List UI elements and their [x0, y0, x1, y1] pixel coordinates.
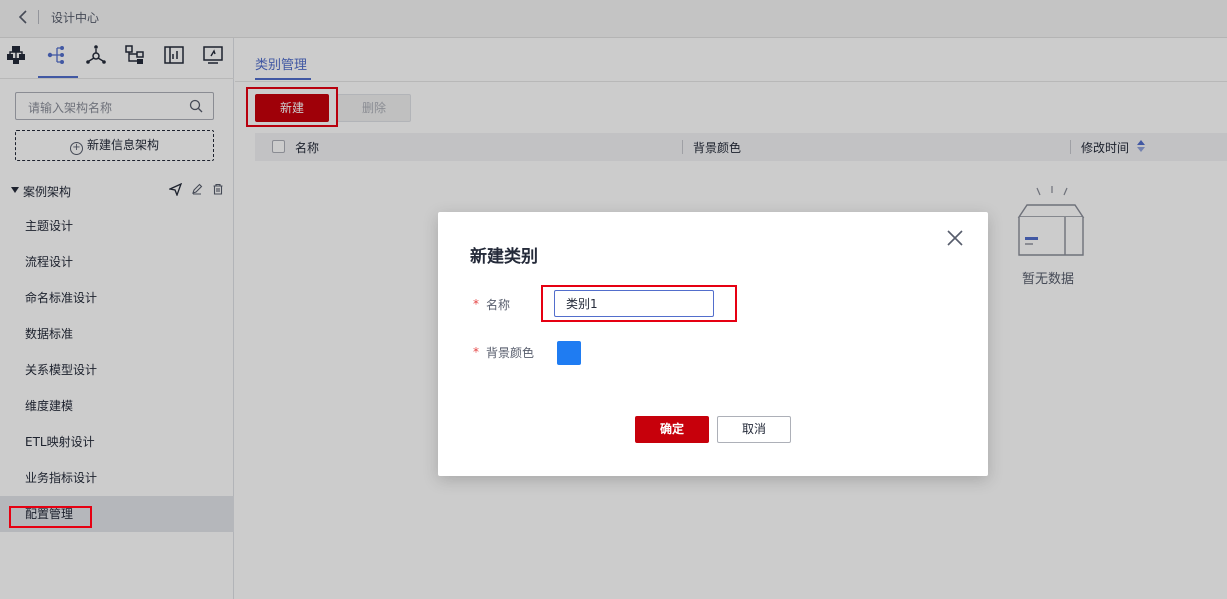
new-category-dialog: 新建类别 * 名称 * 背景颜色 确定 取消: [438, 212, 988, 476]
background-color-picker[interactable]: [557, 341, 581, 365]
required-mark: *: [473, 297, 479, 311]
background-color-label: 背景颜色: [486, 346, 535, 360]
close-icon[interactable]: [945, 228, 965, 248]
name-input[interactable]: [554, 290, 714, 317]
confirm-button[interactable]: 确定: [635, 416, 709, 443]
name-label: 名称: [486, 298, 511, 312]
required-mark: *: [473, 345, 479, 359]
dialog-title: 新建类别: [470, 247, 538, 267]
cancel-button[interactable]: 取消: [717, 416, 791, 443]
